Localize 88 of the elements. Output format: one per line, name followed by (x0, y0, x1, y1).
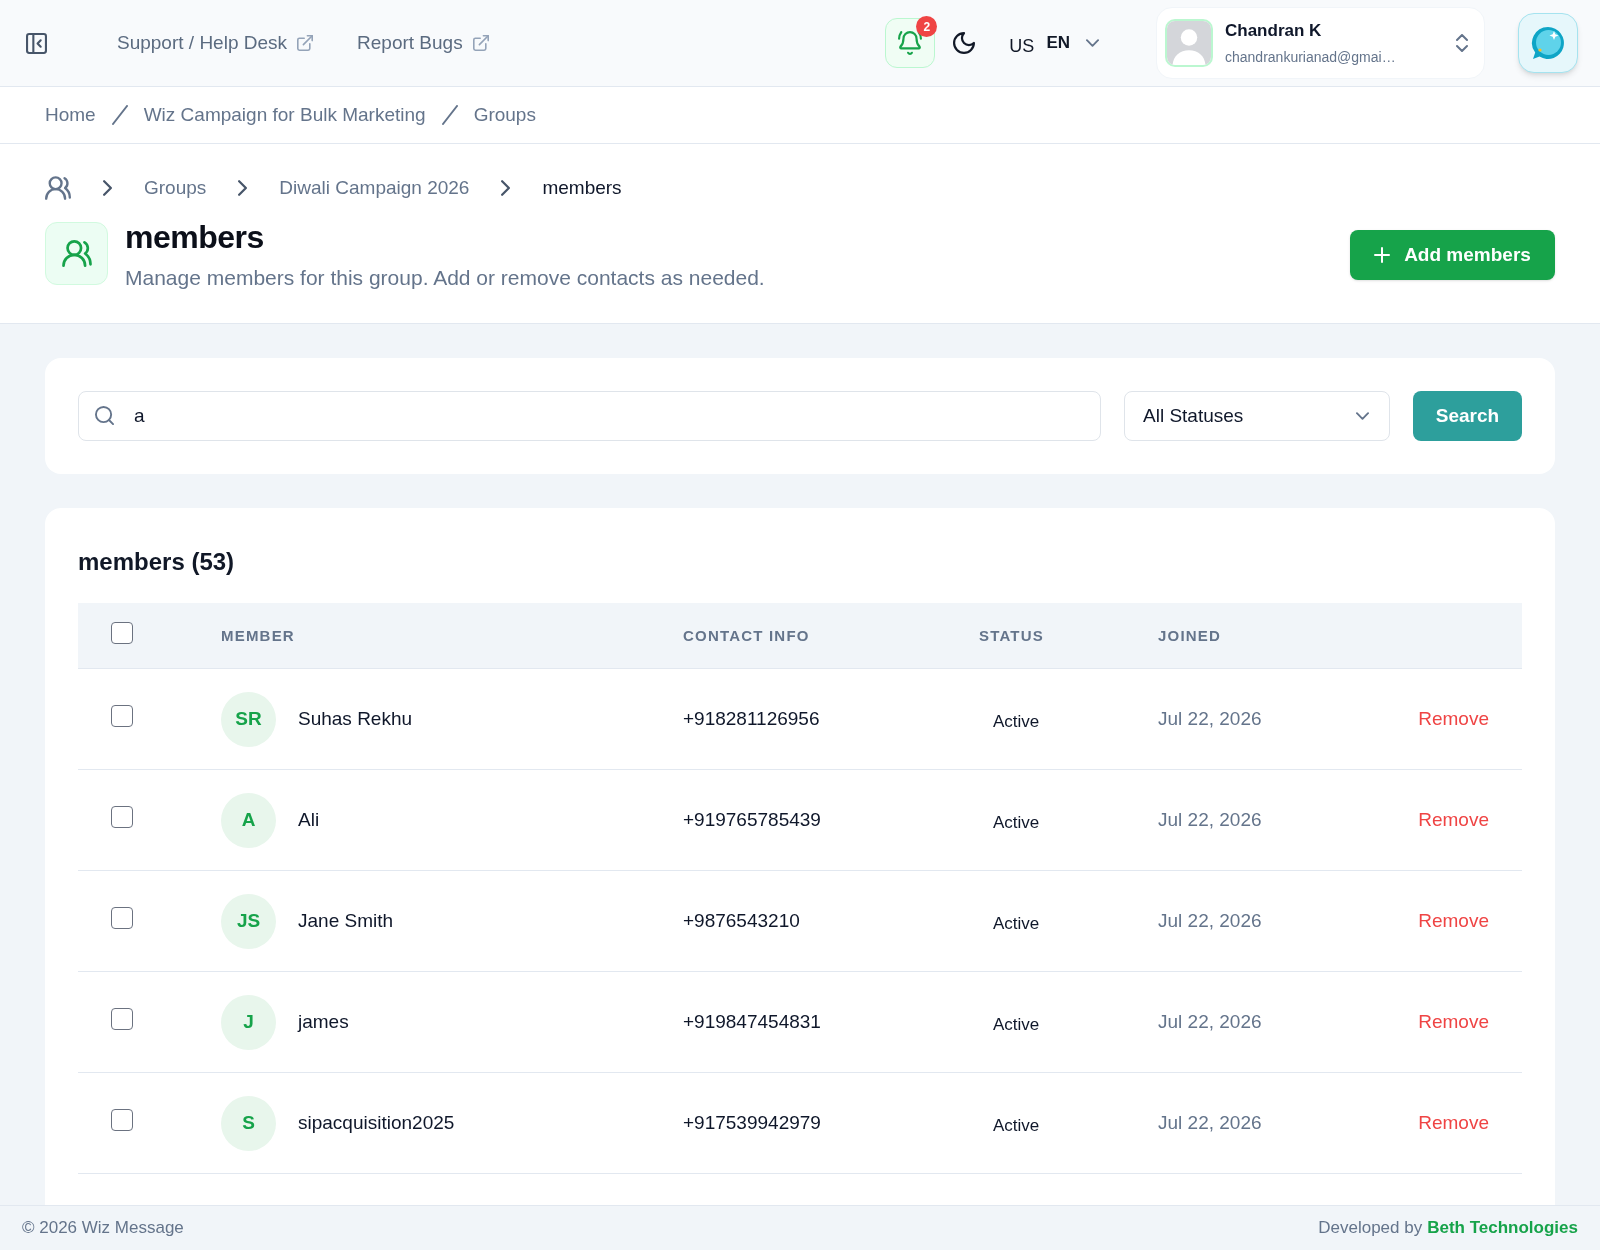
chevron-down-icon (1086, 39, 1099, 47)
row-checkbox[interactable] (111, 705, 133, 727)
member-initials-avatar: JS (221, 893, 276, 949)
contact-phone: +919847454831 (683, 1010, 821, 1032)
external-link[interactable]: Report Bugs (357, 28, 489, 58)
joined-date: Jul 22, 2026 (1158, 909, 1262, 931)
breadcrumb-link[interactable]: Home (45, 100, 96, 130)
member-name: sipacquisition2025 (298, 1110, 455, 1135)
member-name: Jane Smith (298, 908, 394, 933)
sidebar-toggle-button[interactable] (25, 32, 47, 54)
select-all-checkbox[interactable] (111, 621, 133, 644)
chevron-right-icon (238, 180, 248, 196)
external-link-icon (297, 35, 314, 51)
plus-icon (1374, 247, 1391, 263)
joined-date: Jul 22, 2026 (1158, 1111, 1262, 1133)
moon-icon (953, 32, 976, 54)
joined-date: Jul 22, 2026 (1158, 1010, 1262, 1032)
external-link[interactable]: Support / Help Desk (117, 28, 314, 58)
breadcrumb-link[interactable]: Diwali Campaign 2026 (279, 173, 470, 203)
status-label: Active (993, 913, 1040, 933)
slash-separator-icon (441, 105, 458, 125)
breadcrumb-link[interactable]: Groups (473, 100, 536, 130)
search-field[interactable]: a (78, 391, 1101, 441)
users-icon (61, 240, 92, 267)
member-name: james (298, 1009, 349, 1034)
column-header: JOINED (1158, 626, 1222, 644)
contact-phone: +917539942979 (683, 1111, 821, 1133)
external-link-icon (472, 35, 489, 51)
chevrons-up-down-icon (1456, 34, 1468, 52)
user-menu-button[interactable]: Chandran K chandrankurianad@gmai… (1156, 7, 1485, 79)
column-header: MEMBER (221, 626, 295, 644)
contact-phone: +9876543210 (683, 909, 800, 931)
breadcrumb-current: members (542, 175, 622, 200)
column-header: STATUS (979, 626, 1044, 644)
contact-phone: +919765785439 (683, 808, 821, 830)
users-icon (45, 176, 71, 200)
language-code: EN (1046, 32, 1070, 55)
remove-button[interactable]: Remove (1418, 1108, 1489, 1138)
region-code: US (1009, 34, 1035, 58)
member-initials-avatar: S (221, 1095, 276, 1151)
remove-button[interactable]: Remove (1418, 704, 1489, 734)
user-name: Chandran K (1225, 20, 1322, 42)
joined-date: Jul 22, 2026 (1158, 808, 1262, 830)
credit-text: Developed by (1318, 1217, 1423, 1240)
member-initials-avatar: A (221, 792, 276, 848)
status-label: Active (993, 812, 1040, 832)
notification-count-badge: 2 (916, 16, 938, 37)
column-header: CONTACT INFO (683, 626, 810, 644)
bell-icon (898, 31, 923, 55)
chevron-right-icon (501, 180, 511, 196)
language-select[interactable]: US EN (1009, 26, 1099, 60)
remove-button[interactable]: Remove (1418, 805, 1489, 835)
joined-date: Jul 22, 2026 (1158, 707, 1262, 729)
avatar-silhouette-icon (1165, 19, 1213, 67)
row-checkbox[interactable] (111, 1109, 133, 1131)
status-filter-select[interactable]: All Statuses (1124, 391, 1390, 441)
member-initials-avatar: J (221, 994, 276, 1050)
chevron-down-icon (1356, 412, 1369, 420)
search-icon (95, 406, 114, 425)
members-count-heading: members (53) (78, 547, 235, 577)
contact-phone: +918281126956 (683, 707, 820, 729)
breadcrumb-link[interactable]: Groups (144, 173, 207, 203)
breadcrumb-link[interactable]: Wiz Campaign for Bulk Marketing (143, 100, 426, 130)
status-label: Active (993, 711, 1040, 731)
search-button[interactable]: Search (1413, 391, 1522, 441)
page-subtitle: Manage members for this group. Add or remove contacts as needed. (125, 265, 765, 291)
chat-bubble-icon (1530, 25, 1566, 61)
row-checkbox[interactable] (111, 1008, 133, 1030)
credit-link[interactable]: Beth Technologies (1427, 1215, 1578, 1241)
add-members-button[interactable]: Add members (1350, 230, 1555, 280)
row-checkbox[interactable] (111, 806, 133, 828)
user-email: chandrankurianad@gmai… (1225, 48, 1396, 66)
page-title: members (125, 218, 264, 256)
remove-button[interactable]: Remove (1418, 906, 1489, 936)
slash-separator-icon (111, 105, 128, 125)
notifications-button[interactable]: 2 (885, 18, 936, 68)
sidebar-toggle-icon (25, 32, 47, 54)
remove-button[interactable]: Remove (1418, 1007, 1489, 1037)
status-label: Active (993, 1014, 1040, 1034)
member-name: Ali (298, 807, 320, 832)
chevron-right-icon (103, 180, 112, 196)
theme-toggle-button[interactable] (952, 31, 977, 55)
member-initials-avatar: SR (221, 691, 276, 747)
member-name: Suhas Rekhu (298, 706, 413, 731)
status-label: Active (993, 1115, 1040, 1135)
copyright-text: © 2026 Wiz Message (22, 1217, 184, 1240)
row-checkbox[interactable] (111, 907, 133, 929)
assistant-chat-button[interactable] (1518, 13, 1578, 73)
